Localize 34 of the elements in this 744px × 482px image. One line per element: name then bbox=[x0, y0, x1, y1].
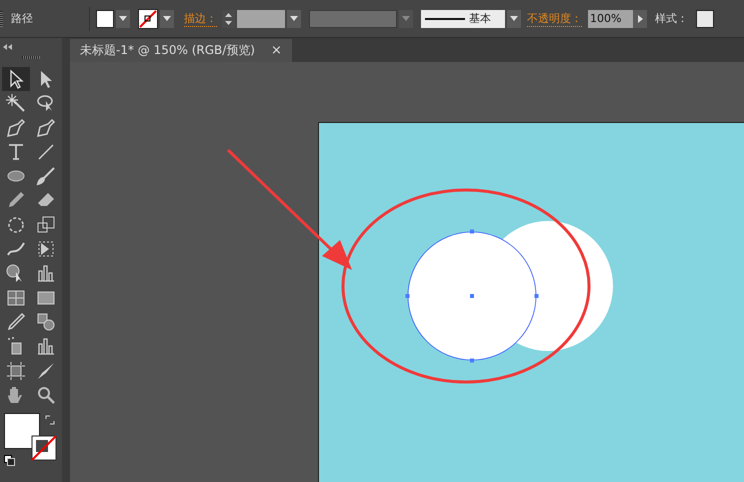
stroke-label[interactable]: 描边： bbox=[184, 10, 217, 26]
fill-swatch[interactable] bbox=[96, 10, 114, 28]
selection-tool-icon[interactable] bbox=[2, 67, 30, 91]
stroke-none-swatch[interactable] bbox=[138, 8, 158, 28]
collapse-icon[interactable] bbox=[2, 44, 12, 50]
stroke-dropdown[interactable] bbox=[160, 10, 174, 28]
fill-dropdown[interactable] bbox=[116, 10, 130, 28]
caret-down-icon bbox=[510, 16, 518, 21]
variable-width-field[interactable] bbox=[309, 10, 397, 28]
default-colors-icon[interactable] bbox=[4, 455, 15, 466]
document-tab[interactable]: 未标题-1* @ 150% (RGB/预览) × bbox=[70, 39, 292, 62]
stroke-weight-field[interactable] bbox=[237, 10, 285, 28]
caret-down-icon bbox=[163, 16, 171, 21]
document-title: 未标题-1* @ 150% (RGB/预览) bbox=[80, 42, 255, 59]
variable-width-dropdown[interactable] bbox=[399, 10, 413, 28]
panel-grip-icon[interactable] bbox=[22, 56, 40, 59]
opacity-label[interactable]: 不透明度： bbox=[527, 10, 582, 26]
close-tab-button[interactable]: × bbox=[271, 43, 282, 58]
caret-down-icon bbox=[119, 16, 127, 21]
opacity-field[interactable]: 100% bbox=[588, 10, 634, 28]
style-label: 样式： bbox=[655, 11, 688, 26]
style-swatch[interactable] bbox=[696, 10, 714, 28]
brush-profile-field[interactable]: 基本 bbox=[421, 10, 505, 28]
brush-profile-dropdown[interactable] bbox=[507, 10, 521, 28]
opacity-arrow-button[interactable] bbox=[633, 10, 647, 28]
caret-down-icon bbox=[290, 16, 298, 21]
selection-type-label: 路径 bbox=[11, 11, 33, 26]
grip-icon bbox=[0, 10, 3, 26]
caret-down-icon bbox=[402, 16, 410, 21]
fill-color-swatch[interactable] bbox=[4, 413, 40, 450]
stroke-weight-dropdown[interactable] bbox=[287, 10, 301, 28]
swap-icon[interactable] bbox=[45, 415, 55, 426]
caret-right-icon bbox=[638, 14, 642, 22]
stroke-none-swatch[interactable] bbox=[31, 435, 57, 462]
